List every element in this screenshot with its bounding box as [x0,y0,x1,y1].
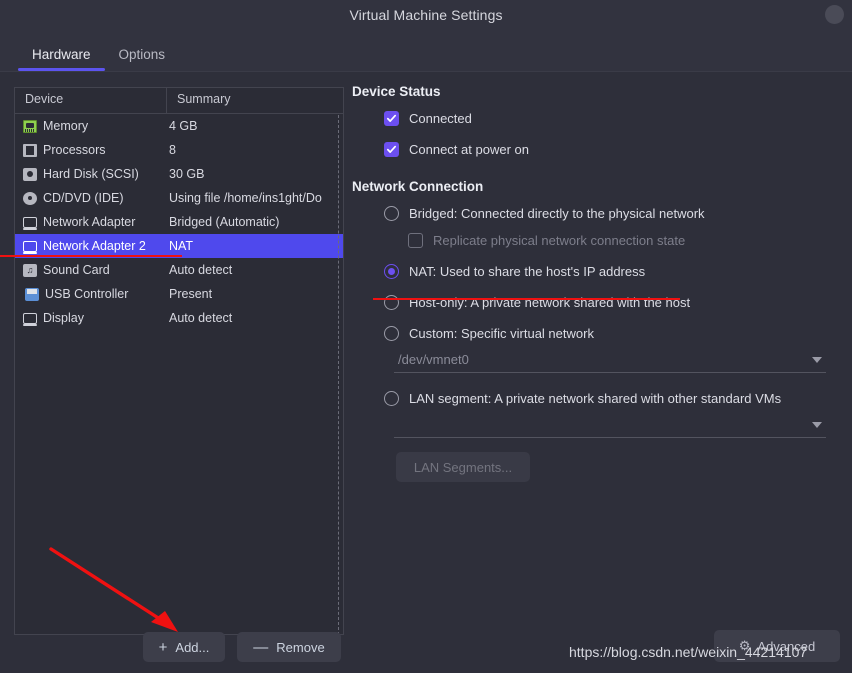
remove-button-label: Remove [276,639,325,655]
checkbox-replicate-physical-network[interactable]: Replicate physical network connection st… [408,233,842,248]
radio-icon[interactable] [384,206,399,221]
radio-icon[interactable] [384,326,399,341]
summary-cell: Bridged (Automatic) [169,215,280,229]
radio-icon[interactable] [384,391,399,406]
radio-custom[interactable]: Custom: Specific virtual network [384,326,842,341]
summary-cell: 30 GB [169,167,205,181]
device-cell: Network Adapter [15,215,167,230]
summary-cell: 4 GB [169,119,198,133]
processor-icon [23,143,37,157]
lan-segment-dropdown[interactable] [394,412,826,438]
table-row[interactable]: ♫ Sound Card Auto detect [15,258,343,282]
checkbox-connect-at-power-on[interactable]: Connect at power on [384,142,842,157]
table-row[interactable]: CD/DVD (IDE) Using file /home/ins1ght/Do [15,186,343,210]
network-icon [23,240,37,254]
check-icon[interactable] [384,111,399,126]
radio-label: Custom: Specific virtual network [409,326,594,341]
summary-cell: Present [169,287,213,301]
device-cell: USB Controller [15,287,167,301]
device-label: USB Controller [45,287,129,301]
device-label: CD/DVD (IDE) [43,191,124,205]
network-icon [23,216,37,230]
tab-options[interactable]: Options [105,47,180,71]
settings-panel: Device Status Connected Connect at power… [352,84,842,482]
watermark: https://blog.csdn.net/weixin_44214107 [569,644,808,660]
device-label: Network Adapter 2 [43,239,146,253]
device-cell: Memory [15,119,167,133]
title-bar: Virtual Machine Settings [0,0,852,30]
device-label: Display [43,311,84,325]
dropdown-value: /dev/vmnet0 [398,352,469,367]
chevron-down-icon[interactable] [812,356,822,363]
radio-label: NAT: Used to share the host's IP address [409,264,646,279]
device-status-title: Device Status [352,84,441,99]
checkbox-label: Connected [409,111,472,126]
checkbox-empty-icon[interactable] [408,233,423,248]
checkbox-connected[interactable]: Connected [384,111,842,126]
column-header-summary: Summary [177,92,231,106]
summary-cell: Using file /home/ins1ght/Do [169,191,322,205]
check-icon[interactable] [384,142,399,157]
summary-cell: Auto detect [169,311,233,325]
memory-icon [23,119,37,133]
tab-bar: Hardware Options [0,30,852,72]
radio-nat[interactable]: NAT: Used to share the host's IP address [384,264,842,279]
checkbox-label: Replicate physical network connection st… [433,233,686,248]
annotation-underline-nat-option [373,298,680,300]
summary-cell: NAT [169,239,194,253]
device-cell: Network Adapter 2 [15,239,167,254]
network-connection-title: Network Connection [352,179,484,194]
lan-segments-button[interactable]: LAN Segments... [396,452,530,482]
table-row[interactable]: Processors 8 [15,138,343,162]
device-label: Network Adapter [43,215,136,229]
device-label: Processors [43,143,106,157]
table-row[interactable]: Display Auto detect [15,306,343,330]
table-row[interactable]: USB Controller Present [15,282,343,306]
annotation-underline-selected-row [0,255,182,257]
device-cell: Processors [15,143,167,157]
window-title: Virtual Machine Settings [349,7,503,23]
radio-label: LAN segment: A private network shared wi… [409,391,782,406]
device-label: Sound Card [43,263,110,277]
radio-icon-selected[interactable] [384,264,399,279]
summary-cell: 8 [169,143,176,157]
checkbox-label: Connect at power on [409,142,529,157]
table-row[interactable]: Memory 4 GB [15,114,343,138]
content-area: Device Summary Memory 4 GB Processors 8 [0,72,852,673]
device-cell: ♫ Sound Card [15,263,167,277]
harddisk-icon [23,167,37,181]
minus-icon: — [253,638,269,656]
add-button-label: Add... [175,639,210,655]
close-icon[interactable] [825,5,844,24]
soundcard-icon: ♫ [23,263,37,277]
table-row[interactable]: Network Adapter Bridged (Automatic) [15,210,343,234]
device-list[interactable]: Device Summary Memory 4 GB Processors 8 [14,87,344,635]
summary-cell: Auto detect [169,263,233,277]
virtual-machine-settings-window: Virtual Machine Settings Hardware Option… [0,0,852,673]
list-scroll-track[interactable] [338,115,339,635]
column-header-device: Device [15,88,167,113]
device-label: Hard Disk (SCSI) [43,167,139,181]
remove-button[interactable]: — Remove [237,632,341,662]
radio-label: Bridged: Connected directly to the physi… [409,206,705,221]
plus-icon: + [158,638,168,656]
display-icon [23,312,37,326]
table-row[interactable]: Hard Disk (SCSI) 30 GB [15,162,343,186]
device-cell: Display [15,311,167,326]
device-label: Memory [43,119,89,133]
radio-bridged[interactable]: Bridged: Connected directly to the physi… [384,206,842,221]
device-cell: Hard Disk (SCSI) [15,167,167,181]
chevron-down-icon[interactable] [812,421,822,428]
device-list-header: Device Summary [15,88,343,114]
usb-icon [25,287,39,301]
cddvd-icon [23,191,37,205]
add-button[interactable]: + Add... [143,632,225,662]
radio-lan-segment[interactable]: LAN segment: A private network shared wi… [384,391,842,406]
custom-network-dropdown[interactable]: /dev/vmnet0 [394,347,826,373]
tab-hardware[interactable]: Hardware [18,47,105,71]
device-cell: CD/DVD (IDE) [15,191,167,205]
